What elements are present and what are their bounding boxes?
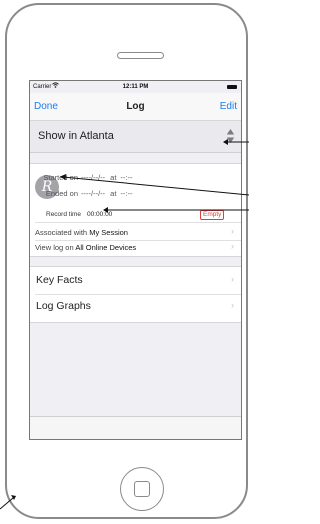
divider	[35, 240, 241, 241]
associated-prefix: Associated with	[35, 228, 88, 237]
ended-date: ----/--/--	[81, 189, 106, 198]
record-time-value: 00:00:00	[87, 211, 113, 218]
view-log-row[interactable]: View log on All Online Devices	[35, 243, 136, 252]
page-title: Log	[126, 101, 145, 112]
record-time-label: Record time	[46, 211, 82, 218]
ended-line: Ended on ----/--/-- at --:--	[42, 189, 133, 198]
view-log-prefix: View log on	[35, 243, 74, 252]
up-down-arrows-icon	[226, 129, 235, 143]
earpiece-slot	[117, 52, 164, 59]
associated-row[interactable]: Associated with My Session	[35, 228, 128, 237]
home-button-square-icon	[134, 481, 150, 497]
started-date: ----/--/--	[81, 173, 106, 182]
navigation-bar: Done Log Edit	[30, 93, 241, 121]
started-line: Started on ----/--/-- at --:--	[42, 173, 133, 182]
chevron-right-icon: ›	[231, 226, 234, 236]
edit-button[interactable]: Edit	[220, 101, 237, 112]
battery-icon	[227, 85, 237, 89]
associated-value: My Session	[89, 228, 128, 237]
started-time: --:--	[120, 173, 133, 182]
started-label: Started on	[43, 173, 78, 182]
key-facts-row[interactable]: Key Facts	[36, 274, 83, 286]
location-picker-value: Show in Atlanta	[38, 130, 114, 142]
divider	[35, 294, 241, 295]
status-time: 12:11 PM	[122, 84, 149, 90]
facts-group: Key Facts › Log Graphs ›	[30, 266, 241, 323]
status-badge: Empty	[200, 210, 225, 220]
ended-time: --:--	[120, 189, 133, 198]
chevron-right-icon: ›	[231, 241, 234, 251]
chevron-right-icon: ›	[231, 274, 234, 284]
location-picker[interactable]: Show in Atlanta	[30, 121, 241, 153]
view-log-value: All Online Devices	[75, 243, 137, 252]
log-graphs-row[interactable]: Log Graphs	[36, 300, 91, 312]
bottom-toolbar	[30, 416, 241, 439]
screen: Carrier 12:11 PM Done Log Edit Show in A…	[29, 80, 242, 440]
started-at-label: at	[110, 173, 117, 182]
ended-label: Ended on	[45, 189, 78, 198]
divider	[35, 222, 241, 223]
chevron-right-icon: ›	[231, 300, 234, 310]
session-card: R Started on ----/--/-- at --:-- Ended on --…	[30, 163, 241, 257]
ended-at-label: at	[110, 189, 117, 198]
status-bar: Carrier 12:11 PM	[30, 81, 241, 93]
